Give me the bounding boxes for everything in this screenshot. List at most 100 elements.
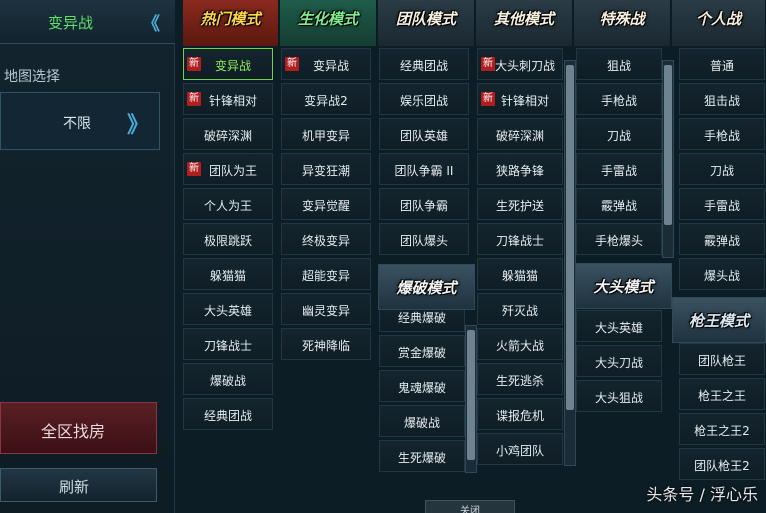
mode-option[interactable]: 枪王之王 [679,378,765,410]
mode-option[interactable]: 新变异战 [183,48,273,80]
mode-option[interactable]: 谍报危机 [477,398,563,430]
mode-option[interactable]: 刀锋战士 [183,328,273,360]
mode-option[interactable]: 个人为王 [183,188,273,220]
mode-option[interactable]: 生死护送 [477,188,563,220]
mode-option-label: 幽灵变异 [301,304,350,318]
mode-option-label: 狙战 [606,59,631,73]
mode-option[interactable]: 手雷战 [576,153,662,185]
mode-option[interactable]: 霰弹战 [576,188,662,220]
mode-option[interactable]: 歼灭战 [477,293,563,325]
tab-bio-mode[interactable]: 生化模式 [280,0,377,46]
mode-option[interactable]: 火箭大战 [477,328,563,360]
mode-option[interactable]: 狙击战 [679,83,765,115]
mode-option[interactable]: 躲猫猫 [477,258,563,290]
mode-option[interactable]: 狭路争锋 [477,153,563,185]
mode-option[interactable]: 爆破战 [379,405,465,437]
mode-option[interactable]: 异变狂潮 [281,153,371,185]
mode-option[interactable]: 新大头刺刀战 [477,48,563,80]
mode-option[interactable]: 破碎深渊 [477,118,563,150]
mode-option-label: 刀锋战士 [203,339,252,353]
refresh-button[interactable]: 刷新 [0,468,157,502]
mode-option[interactable]: 大头狙战 [576,380,662,412]
mode-option-label: 手雷战 [703,199,740,213]
mode-option[interactable]: 新团队为王 [183,153,273,185]
mode-option-label: 手枪战 [703,129,740,143]
mode-option[interactable]: 狙战 [576,48,662,80]
mode-option-label: 大头刀战 [594,356,643,370]
mode-selector-panel: 热门模式 生化模式 团队模式 其他模式 特殊战 个人战 新变异战新针锋相对 破碎深… [175,0,766,513]
mode-option[interactable]: 躲猫猫 [183,258,273,290]
collapse-arrow-icon[interactable]: 《 [142,10,160,36]
mode-option[interactable]: 新针锋相对 [183,83,273,115]
tab-special-mode[interactable]: 特殊战 [574,0,671,46]
mode-option[interactable]: 大头刀战 [576,345,662,377]
mode-option[interactable]: 普通 [679,48,765,80]
mode-option[interactable]: 小鸡团队 [477,433,563,465]
scroll-thumb[interactable] [467,330,475,460]
mode-option[interactable]: 刀战 [679,153,765,185]
current-mode-header[interactable]: 变异战 《 [0,0,175,44]
mode-option-label: 手雷战 [600,164,637,178]
mode-option-label: 大头英雄 [594,321,643,335]
mode-option-label: 刀战 [709,164,734,178]
mode-option[interactable]: 刀锋战士 [477,223,563,255]
mode-option[interactable]: 超能变异 [281,258,371,290]
other-scrollbar[interactable] [564,60,576,466]
mode-option[interactable]: 手枪爆头 [576,223,662,255]
mode-option-label: 极限跳跃 [203,234,252,248]
mode-option-label: 爆破战 [403,416,440,430]
mode-option[interactable]: 经典团战 [379,48,469,80]
tab-hot-mode[interactable]: 热门模式 [183,0,279,46]
special-scrollbar[interactable] [662,60,674,258]
mode-option[interactable]: 鬼魂爆破 [379,370,465,402]
mode-option[interactable]: 娱乐团战 [379,83,469,115]
mode-option[interactable]: 生死爆破 [379,440,465,472]
mode-option[interactable]: 机甲变异 [281,118,371,150]
mode-option[interactable]: 手雷战 [679,188,765,220]
mode-option[interactable]: 手枪战 [679,118,765,150]
mode-option[interactable]: 爆头战 [679,258,765,290]
king-mode-header: 枪王模式 [672,297,766,343]
tab-personal-mode[interactable]: 个人战 [672,0,766,46]
close-button[interactable]: 关闭 [425,500,515,513]
mode-option-label: 团队爆头 [399,234,448,248]
mode-option[interactable]: 大头英雄 [183,293,273,325]
mode-option[interactable]: 团队争霸 [379,188,469,220]
mode-option[interactable]: 霰弹战 [679,223,765,255]
tab-other-mode[interactable]: 其他模式 [476,0,573,46]
scroll-thumb[interactable] [566,65,574,410]
mode-option[interactable]: 团队枪王2 [679,448,765,480]
search-all-rooms-button[interactable]: 全区找房 [0,402,157,454]
mode-option[interactable]: 新针锋相对 [477,83,563,115]
map-select-dropdown[interactable]: 不限 》 [0,92,160,150]
mode-option-label: 死神降临 [301,339,350,353]
mode-option[interactable]: 枪王之王2 [679,413,765,445]
expand-arrow-icon[interactable]: 》 [127,107,149,139]
mode-option[interactable]: 幽灵变异 [281,293,371,325]
mode-option[interactable]: 团队枪王 [679,343,765,375]
mode-option[interactable]: 生死逃杀 [477,363,563,395]
mode-option[interactable]: 赏金爆破 [379,335,465,367]
search-all-rooms-label: 全区找房 [41,422,106,441]
mode-option[interactable]: 团队英雄 [379,118,469,150]
mode-option[interactable]: 团队争霸 II [379,153,469,185]
tab-team-mode[interactable]: 团队模式 [378,0,475,46]
mode-option[interactable]: 破碎深渊 [183,118,273,150]
mode-option-label: 枪王之王2 [694,424,750,438]
mode-option-label: 狙击战 [703,94,740,108]
mode-option[interactable]: 团队爆头 [379,223,469,255]
mode-option[interactable]: 极限跳跃 [183,223,273,255]
mode-option[interactable]: 变异觉醒 [281,188,371,220]
mode-option[interactable]: 变异战2 [281,83,371,115]
mode-option[interactable]: 新变异战 [281,48,371,80]
mode-option[interactable]: 爆破战 [183,363,273,395]
mode-option[interactable]: 大头英雄 [576,310,662,342]
mode-option[interactable]: 终极变异 [281,223,371,255]
mode-option[interactable]: 经典团战 [183,398,273,430]
demolition-scrollbar[interactable] [465,325,477,473]
scroll-thumb[interactable] [664,65,672,225]
mode-option-label: 变异战 [312,59,349,73]
mode-option[interactable]: 死神降临 [281,328,371,360]
mode-option[interactable]: 手枪战 [576,83,662,115]
mode-option[interactable]: 刀战 [576,118,662,150]
